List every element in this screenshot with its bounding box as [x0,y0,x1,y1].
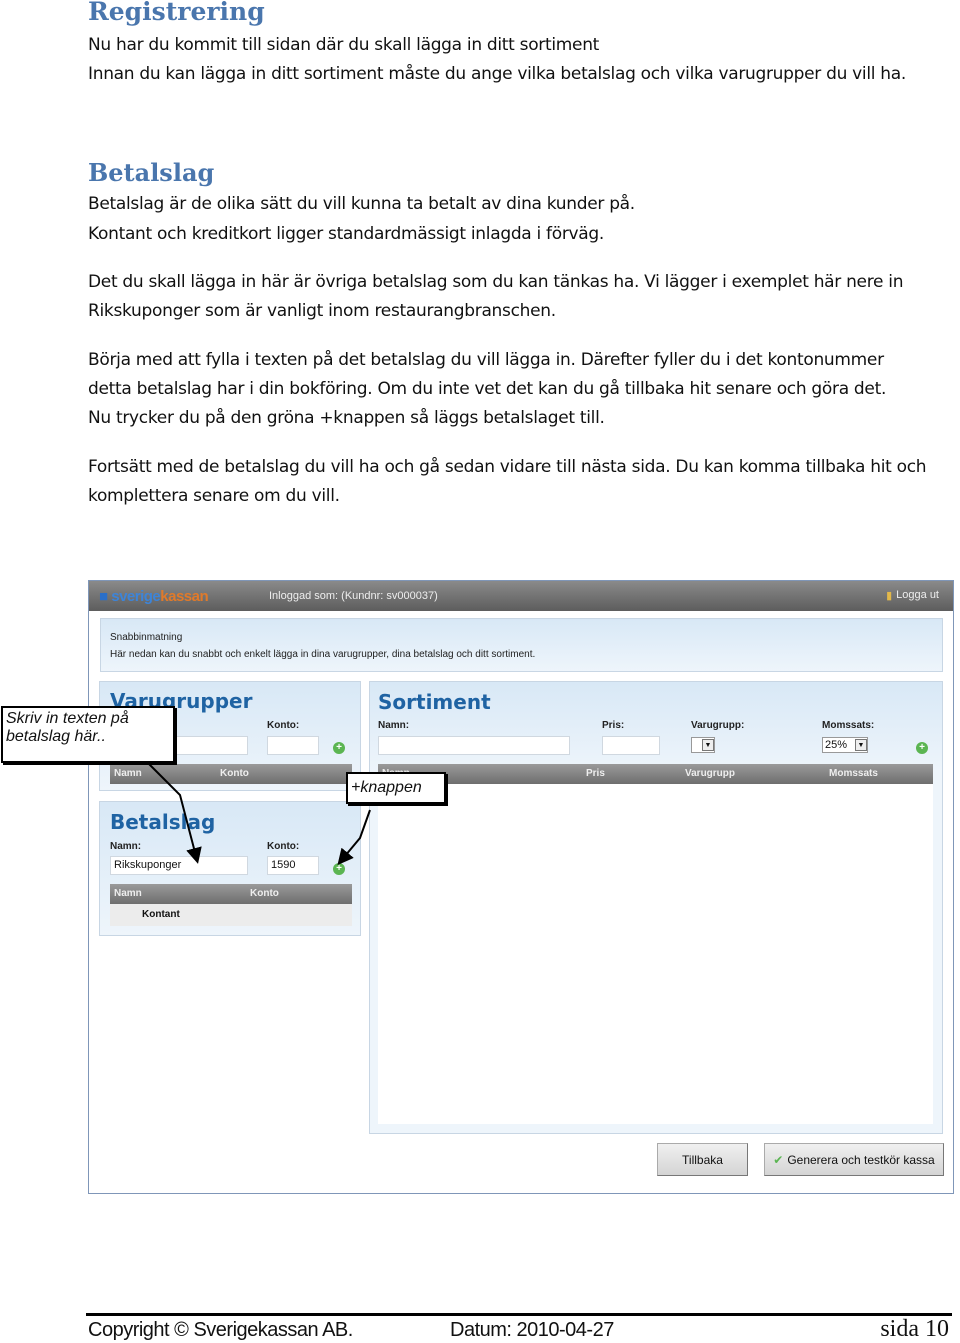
callout-arrows [147,762,371,866]
footer-page: sida 10 [880,1316,949,1342]
footer-date: Datum: 2010-04-27 [450,1319,614,1341]
callout-text-hint: Skriv in texten på betalslag här.. [1,706,175,763]
footer-divider [86,1313,952,1316]
callout-plus-hint: +knappen [346,772,446,804]
footer-copyright: Copyright © Sverigekassan AB. [88,1319,353,1341]
